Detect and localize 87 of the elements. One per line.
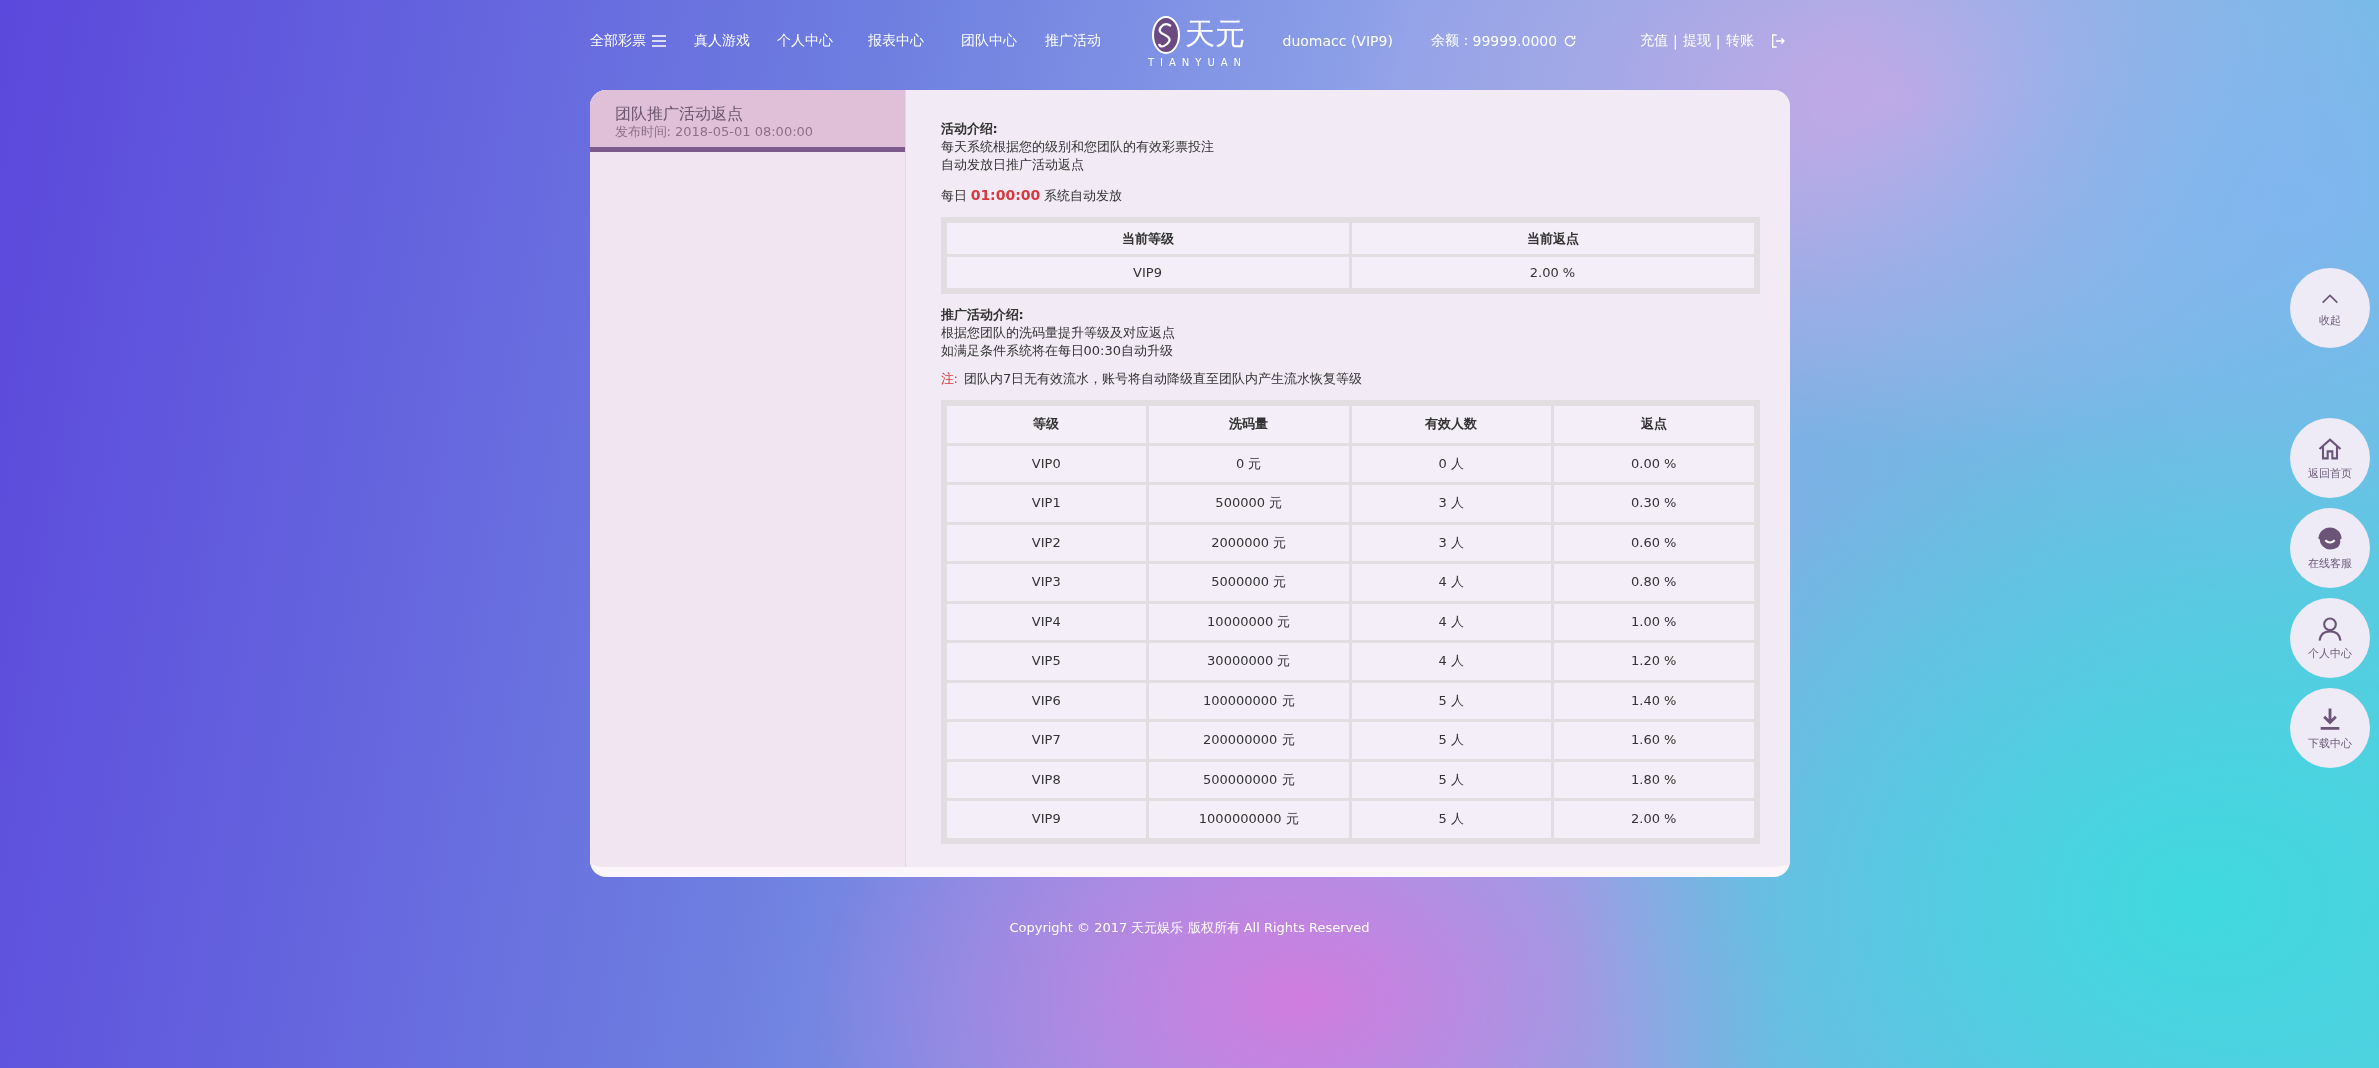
table-cell: 5 人 — [1351, 801, 1551, 838]
section-title: 推广活动介绍: — [940, 306, 1025, 324]
nav-link[interactable]: 报表中心 — [867, 32, 961, 50]
float-button[interactable]: 返回首页 — [2290, 418, 2370, 498]
schedule-text: 每日 01:00:00 系统自动发放 — [940, 186, 1124, 205]
table-cell: 2.00 % — [1351, 257, 1754, 288]
table-cell: 5000000 元 — [1149, 564, 1349, 601]
table-cell: 0.60 % — [1554, 524, 1754, 561]
balance-label: 余额： — [1430, 32, 1473, 50]
balance-value: 99999.0000 — [1472, 33, 1558, 49]
table-cell: 0.00 % — [1554, 445, 1754, 482]
table-cell: 1.40 % — [1554, 682, 1754, 719]
table-cell: 1000000000 元 — [1149, 801, 1349, 838]
nav-link[interactable]: 推广活动 — [1044, 32, 1133, 50]
table-cell: 100000000 元 — [1149, 682, 1349, 719]
separator: | — [1673, 33, 1678, 49]
column-header: 当前等级 — [946, 223, 1349, 254]
table-cell: 4 人 — [1351, 603, 1551, 640]
table-cell: 5 人 — [1351, 722, 1551, 759]
table-cell: VIP7 — [946, 722, 1146, 759]
table-cell: 0 人 — [1351, 445, 1551, 482]
user-icon — [2316, 615, 2344, 643]
table-cell: VIP6 — [946, 682, 1146, 719]
table-cell: 4 人 — [1351, 564, 1551, 601]
intro-text: 每天系统根据您的级别和您团队的有效彩票投注 — [940, 138, 1215, 156]
column-header: 洗码量 — [1149, 406, 1349, 443]
table-cell: 1.60 % — [1554, 722, 1754, 759]
table-cell: 30000000 元 — [1149, 643, 1349, 680]
float-button[interactable]: 在线客服 — [2290, 508, 2370, 588]
table-cell: VIP4 — [946, 603, 1146, 640]
column-header: 当前返点 — [1351, 223, 1754, 254]
notice-title: 团队推广活动返点 — [614, 104, 744, 124]
column-header: 有效人数 — [1351, 406, 1551, 443]
column-header: 返点 — [1554, 406, 1754, 443]
float-button[interactable]: 收起 — [2290, 268, 2370, 348]
action-link[interactable]: 提现 — [1682, 32, 1711, 50]
logo-emblem-icon — [1150, 14, 1181, 55]
section-title: 活动介绍: — [940, 120, 999, 138]
copyright-text: Copyright © 2017 天元娱乐 版权所有 All Rights Reserved — [1009, 919, 1370, 937]
logo-name: 天元 — [1184, 15, 1245, 53]
nav-link[interactable]: 全部彩票 — [589, 32, 694, 50]
separator: | — [1715, 33, 1721, 49]
table-cell: 3 人 — [1351, 485, 1551, 522]
float-button[interactable]: 个人中心 — [2290, 598, 2370, 678]
table-cell: VIP8 — [946, 761, 1146, 798]
action-link[interactable]: 充值 — [1640, 32, 1669, 50]
logout-icon[interactable] — [1769, 33, 1786, 49]
username: duomacc (VIP9) — [1282, 33, 1394, 49]
table-cell: 2.00 % — [1554, 801, 1754, 838]
refresh-icon[interactable] — [1563, 34, 1578, 48]
table-cell: 500000 元 — [1149, 485, 1349, 522]
action-link[interactable]: 转账 — [1725, 32, 1754, 50]
sidebar-item[interactable]: 团队推广活动返点 发布时间: 2018-05-01 08:00:00 — [589, 90, 905, 152]
promo-text: 根据您团队的洗码量提升等级及对应返点 — [940, 324, 1176, 342]
nav-link[interactable]: 真人游戏 — [693, 32, 777, 50]
table-cell: 1.20 % — [1554, 643, 1754, 680]
notice-date: 发布时间: 2018-05-01 08:00:00 — [614, 124, 815, 140]
table-cell: 5 人 — [1351, 682, 1551, 719]
table-cell: 4 人 — [1351, 643, 1551, 680]
table-cell: VIP0 — [946, 445, 1146, 482]
table-cell: 0 元 — [1149, 445, 1349, 482]
table-cell: 10000000 元 — [1149, 603, 1349, 640]
nav-link[interactable]: 团队中心 — [960, 32, 1045, 50]
menu-icon — [651, 35, 666, 47]
table-cell: 1.00 % — [1554, 603, 1754, 640]
table-cell: VIP5 — [946, 643, 1146, 680]
table-cell: 500000000 元 — [1149, 761, 1349, 798]
table-cell: 5 人 — [1351, 761, 1551, 798]
note-text: 团队内7日无有效流水，账号将自动降级直至团队内产生流水恢复等级 — [963, 370, 1363, 388]
nav-link[interactable]: 个人中心 — [776, 32, 868, 50]
table-cell: 1.80 % — [1554, 761, 1754, 798]
column-header: 等级 — [946, 406, 1146, 443]
table-cell: VIP9 — [946, 257, 1349, 288]
promo-text: 如满足条件系统将在每日00:30自动升级 — [940, 342, 1174, 360]
table-cell: 0.30 % — [1554, 485, 1754, 522]
table-cell: 2000000 元 — [1149, 524, 1349, 561]
logo-subtitle: TIANYUAN — [1147, 57, 1248, 68]
table-cell: VIP2 — [946, 524, 1146, 561]
intro-text: 自动发放日推广活动返点 — [940, 156, 1085, 174]
table-cell: 200000000 元 — [1149, 722, 1349, 759]
table-cell: VIP3 — [946, 564, 1146, 601]
table-cell: VIP9 — [946, 801, 1146, 838]
note-label: 注: — [940, 370, 958, 388]
float-button[interactable]: 下载中心 — [2290, 688, 2370, 768]
table-cell: 3 人 — [1351, 524, 1551, 561]
table-cell: 0.80 % — [1554, 564, 1754, 601]
table-cell: VIP1 — [946, 485, 1146, 522]
